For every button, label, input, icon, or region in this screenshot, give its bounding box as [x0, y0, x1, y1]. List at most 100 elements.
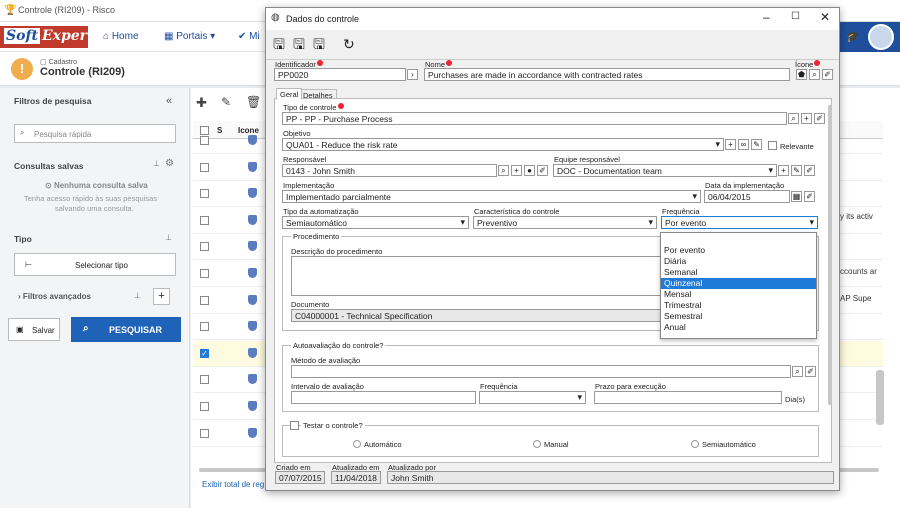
row-checkbox[interactable]: [200, 322, 209, 332]
tab-geral[interactable]: Geral: [276, 88, 303, 100]
row-checkbox[interactable]: [200, 136, 209, 145]
row-checkbox[interactable]: [200, 295, 209, 305]
calendar-icon[interactable]: ▦: [791, 191, 802, 202]
caracteristica-select[interactable]: Preventivo: [473, 216, 657, 229]
nome-field[interactable]: Purchases are made in accordance with co…: [424, 68, 790, 81]
tipo-label: Tipo de controle: [283, 103, 344, 112]
add-icon[interactable]: +: [801, 113, 812, 124]
save-button[interactable]: ▣ Salvar: [8, 318, 60, 341]
frequencia-select[interactable]: Por evento: [661, 216, 818, 229]
clear-icon[interactable]: ✐: [822, 69, 833, 80]
documento-field[interactable]: C04000001 - Technical Specification: [291, 309, 661, 322]
row-checkbox[interactable]: [200, 402, 209, 411]
dropdown-option[interactable]: Semanal: [661, 267, 816, 278]
dropdown-option[interactable]: Semestral: [661, 311, 816, 322]
refresh-icon[interactable]: ↻: [343, 37, 359, 53]
clear-icon[interactable]: ✐: [537, 165, 548, 176]
add-icon[interactable]: +: [725, 139, 736, 150]
search-icon[interactable]: ⌕: [792, 366, 803, 377]
intervalo-field[interactable]: [291, 391, 476, 404]
control-dialog: ◍ Dados do controle – ☐ ✕ 🖫 🖫 🖫 ↻ Identi…: [265, 7, 840, 491]
frequencia-label: Frequência: [662, 207, 700, 216]
user-icon[interactable]: ●: [524, 165, 535, 176]
responsavel-field[interactable]: 0143 - John Smith: [282, 164, 497, 177]
metodo-field[interactable]: [291, 365, 791, 378]
clear-icon[interactable]: ✐: [814, 113, 825, 124]
testar-checkbox[interactable]: [290, 421, 299, 430]
equipe-select[interactable]: DOC - Documentation team: [553, 164, 777, 177]
nav-mi[interactable]: ✔ Mi: [238, 31, 260, 42]
add-filter-button[interactable]: +: [153, 288, 170, 305]
show-total-link[interactable]: Exibir total de reg: [202, 480, 264, 489]
add-icon[interactable]: +: [778, 165, 789, 176]
row-checkbox[interactable]: [200, 215, 209, 225]
row-checkbox[interactable]: ✓: [200, 348, 209, 358]
freq2-select[interactable]: [479, 391, 586, 404]
minimize-icon[interactable]: –: [763, 10, 770, 24]
row-checkbox[interactable]: [200, 242, 209, 252]
automatizacao-select[interactable]: Semiautomático: [282, 216, 469, 229]
row-checkbox[interactable]: [200, 189, 209, 199]
window-title: Controle (RI209) - Risco: [18, 5, 116, 15]
dropdown-option[interactable]: Por evento: [661, 245, 816, 256]
close-icon[interactable]: ✕: [820, 10, 830, 24]
graduation-icon[interactable]: 🎓: [846, 30, 860, 43]
pin-icon[interactable]: ⊥: [134, 291, 141, 300]
radio-semiautomatico[interactable]: [691, 440, 699, 448]
gear-icon[interactable]: ⚙: [165, 158, 174, 169]
edit-icon[interactable]: ✎: [751, 139, 762, 150]
delete-icon[interactable]: 🗑: [246, 95, 261, 109]
row-checkbox[interactable]: [200, 269, 209, 278]
objetivo-select[interactable]: QUA01 - Reduce the risk rate: [282, 138, 724, 151]
row-checkbox[interactable]: [200, 428, 209, 438]
tipo-field[interactable]: PP - PP - Purchase Process: [282, 112, 787, 125]
dropdown-option[interactable]: Anual: [661, 322, 816, 333]
pin-icon[interactable]: ⊥: [153, 159, 160, 168]
clear-icon[interactable]: ✐: [805, 366, 816, 377]
icone-label: Ícone: [795, 60, 821, 69]
advanced-filters[interactable]: › Filtros avançados: [18, 292, 91, 301]
add-icon[interactable]: +: [511, 165, 522, 176]
pin-icon[interactable]: ⊥: [165, 233, 172, 242]
arrow-right-icon[interactable]: ›: [407, 69, 418, 80]
data-impl-field[interactable]: 06/04/2015: [704, 190, 790, 203]
prazo-field[interactable]: [594, 391, 782, 404]
identificador-field[interactable]: PP0020: [274, 68, 406, 81]
panel-scrollbar[interactable]: [828, 105, 832, 405]
add-icon[interactable]: ✚: [196, 95, 207, 111]
save-close-icon[interactable]: 🖫: [313, 37, 329, 53]
row-checkbox[interactable]: [200, 162, 209, 172]
search-icon[interactable]: ⌕: [809, 69, 820, 80]
search-icon[interactable]: ⌕: [498, 165, 509, 176]
select-type-button[interactable]: ⊢ Selecionar tipo: [14, 253, 176, 276]
maximize-icon[interactable]: ☐: [791, 11, 800, 22]
search-input[interactable]: ⌕ Pesquisa rápida: [14, 124, 176, 143]
grid-scrollbar[interactable]: [876, 370, 884, 425]
implementacao-select[interactable]: Implementado parcialmente: [282, 190, 701, 203]
edit-icon[interactable]: ✎: [221, 95, 231, 109]
search-icon[interactable]: ⌕: [788, 113, 799, 124]
radio-manual[interactable]: [533, 440, 541, 448]
clear-icon[interactable]: ✐: [804, 191, 815, 202]
dropdown-option[interactable]: Quinzenal: [661, 278, 816, 289]
brand-logo[interactable]: Soft Exper: [0, 26, 88, 48]
search-button[interactable]: ⌕ PESQUISAR: [71, 317, 181, 342]
radio-automatico[interactable]: [353, 440, 361, 448]
relevante-checkbox[interactable]: [768, 141, 777, 150]
edit-icon[interactable]: ✎: [791, 165, 802, 176]
binoculars-icon[interactable]: ∞: [738, 139, 749, 150]
clear-icon[interactable]: ✐: [804, 165, 815, 176]
avatar[interactable]: [868, 24, 894, 50]
nav-portais[interactable]: ▦ Portais ▾: [164, 31, 215, 42]
shield-icon[interactable]: ⬟: [796, 69, 807, 80]
save-new-icon[interactable]: 🖫: [273, 37, 289, 53]
autoavaliacao-title[interactable]: Autoavaliação do controle?: [291, 341, 386, 350]
nav-home[interactable]: ⌂ Home: [103, 31, 139, 42]
desc-proc-field[interactable]: [291, 256, 661, 296]
collapse-icon[interactable]: «: [166, 95, 172, 107]
dropdown-option[interactable]: Mensal: [661, 289, 816, 300]
save-icon[interactable]: 🖫: [293, 37, 309, 53]
dropdown-option[interactable]: Trimestral: [661, 300, 816, 311]
row-checkbox[interactable]: [200, 375, 209, 385]
dropdown-option[interactable]: Diária: [661, 256, 816, 267]
